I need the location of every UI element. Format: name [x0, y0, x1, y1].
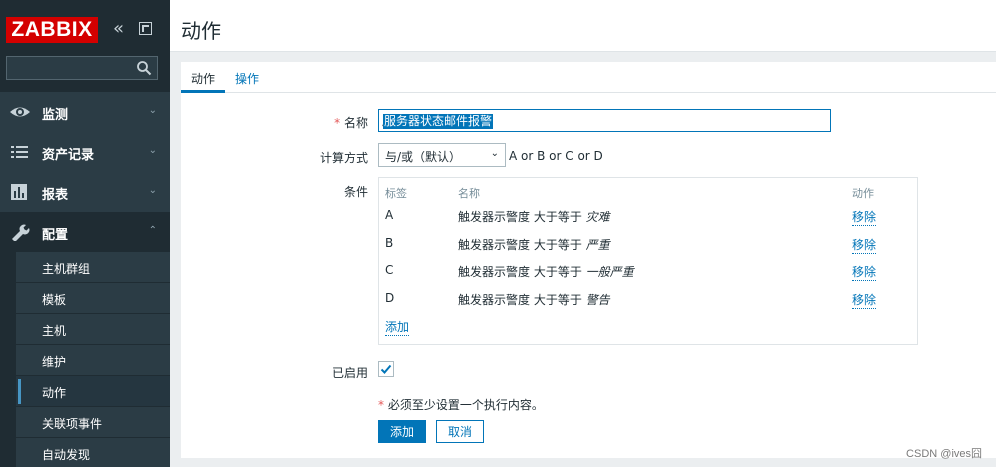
submenu-label: 模板: [42, 293, 67, 307]
action-form: 动作 操作 * 名称 服务器状态邮件报警 计算方式 与/或（默认） ⌄ A or…: [181, 62, 996, 458]
condition-name: 触发器示警度 大于等于 灾难: [458, 208, 610, 225]
remove-condition-link[interactable]: 移除: [852, 291, 877, 309]
condition-name: 触发器示警度 大于等于 一般严重: [458, 263, 634, 280]
condition-name-prefix: 触发器示警度 大于等于: [458, 210, 586, 224]
collapse-sidebar-icon[interactable]: «: [113, 20, 131, 38]
sidebar: ZABBIX « 监测 ⌄ 资产记录 ⌄ 报表 ⌄ 配置 ⌃ 主机群组 模板 主…: [0, 0, 170, 467]
name-field[interactable]: [378, 109, 831, 132]
calculation-formula: A or B or C or D: [509, 149, 603, 163]
condition-name: 触发器示警度 大于等于 警告: [458, 291, 610, 308]
active-tab-indicator: [181, 90, 225, 93]
validation-note-text: 必须至少设置一个执行内容。: [387, 398, 544, 412]
zabbix-logo[interactable]: ZABBIX: [6, 17, 98, 43]
page-title: 动作: [181, 19, 221, 43]
submenu-item-host-groups[interactable]: 主机群组: [16, 252, 170, 283]
menu-item-monitoring[interactable]: 监测 ⌄: [0, 92, 170, 132]
condition-label: B: [385, 236, 394, 250]
name-label: * 名称: [334, 114, 368, 131]
checkmark-icon: [380, 364, 392, 374]
search-input[interactable]: [7, 57, 131, 79]
tab-operations[interactable]: 操作: [235, 70, 259, 87]
condition-severity: 一般严重: [585, 265, 634, 279]
submenu-label: 主机: [42, 324, 67, 338]
sidebar-search: [6, 56, 158, 80]
kiosk-mode-icon[interactable]: [139, 22, 152, 35]
condition-name: 触发器示警度 大于等于 严重: [458, 236, 610, 253]
condition-label: C: [385, 263, 394, 277]
submenu-item-event-correlation[interactable]: 关联项事件: [16, 407, 170, 438]
bar-chart-icon: [11, 184, 27, 200]
tab-action[interactable]: 动作: [191, 70, 215, 87]
condition-name-prefix: 触发器示警度 大于等于: [458, 293, 586, 307]
chevron-down-icon: ⌄: [490, 148, 499, 159]
wrench-icon: [12, 224, 30, 241]
page-header: 动作: [170, 0, 996, 52]
condition-severity: 灾难: [585, 210, 610, 224]
submenu-item-actions[interactable]: 动作: [16, 376, 170, 407]
submenu-label: 动作: [42, 386, 67, 400]
conditions-label: 条件: [343, 185, 368, 199]
submenu-label: 自动发现: [42, 448, 91, 462]
menu-label: 监测: [42, 108, 69, 123]
tab-bar: 动作 操作: [181, 62, 996, 93]
list-icon: [11, 146, 28, 158]
required-mark: *: [378, 398, 384, 412]
chevron-up-icon: ⌃: [148, 225, 157, 236]
validation-note: * 必须至少设置一个执行内容。: [378, 396, 544, 413]
column-header-label: 标签: [385, 187, 407, 200]
add-condition-link[interactable]: 添加: [385, 318, 410, 336]
menu-label: 报表: [42, 188, 69, 203]
calc-label: 计算方式: [319, 151, 368, 165]
submenu-item-maintenance[interactable]: 维护: [16, 345, 170, 376]
menu-label: 资产记录: [42, 148, 95, 163]
column-header-action: 动作: [852, 187, 874, 200]
conditions-table: 标签 名称 动作 A 触发器示警度 大于等于 灾难 移除 B 触发器示警度 大于…: [378, 177, 918, 345]
condition-severity: 警告: [585, 293, 610, 307]
remove-condition-link[interactable]: 移除: [852, 208, 877, 226]
enabled-label: 已启用: [331, 366, 368, 380]
chevron-down-icon: ⌄: [148, 105, 157, 116]
condition-label: A: [385, 208, 394, 222]
cancel-button[interactable]: 取消: [436, 420, 484, 443]
remove-condition-link[interactable]: 移除: [852, 236, 877, 254]
submenu-item-templates[interactable]: 模板: [16, 283, 170, 314]
condition-label: D: [385, 291, 395, 305]
submenu-item-discovery[interactable]: 自动发现: [16, 438, 170, 467]
column-header-name: 名称: [458, 187, 480, 200]
submenu-item-hosts[interactable]: 主机: [16, 314, 170, 345]
submenu-label: 关联项事件: [42, 417, 103, 431]
eye-icon: [10, 107, 30, 117]
condition-name-prefix: 触发器示警度 大于等于: [458, 238, 586, 252]
condition-severity: 严重: [585, 238, 610, 252]
menu-item-inventory[interactable]: 资产记录 ⌄: [0, 132, 170, 172]
required-mark: *: [334, 116, 341, 130]
calculation-select-value: 与/或（默认）: [385, 150, 462, 164]
logo-row: ZABBIX «: [0, 0, 170, 52]
condition-name-prefix: 触发器示警度 大于等于: [458, 265, 586, 279]
remove-condition-link[interactable]: 移除: [852, 263, 877, 281]
chevron-down-icon: ⌄: [148, 185, 157, 196]
name-label-text: 名称: [343, 116, 368, 130]
search-icon[interactable]: [136, 60, 152, 76]
main-menu: 监测 ⌄ 资产记录 ⌄ 报表 ⌄ 配置 ⌃ 主机群组 模板 主机 维护 动作 关…: [0, 92, 170, 467]
watermark: CSDN @ives囧: [906, 448, 982, 460]
chevron-down-icon: ⌄: [148, 145, 157, 156]
menu-item-configuration[interactable]: 配置 ⌃: [0, 212, 170, 252]
enabled-checkbox[interactable]: [378, 361, 394, 377]
submenu-label: 主机群组: [42, 262, 91, 276]
calculation-select[interactable]: 与/或（默认） ⌄: [378, 143, 506, 167]
menu-label: 配置: [42, 228, 69, 243]
add-button[interactable]: 添加: [378, 420, 426, 443]
configuration-submenu: 主机群组 模板 主机 维护 动作 关联项事件 自动发现: [0, 252, 170, 467]
menu-item-reports[interactable]: 报表 ⌄: [0, 172, 170, 212]
submenu-label: 维护: [42, 355, 67, 369]
